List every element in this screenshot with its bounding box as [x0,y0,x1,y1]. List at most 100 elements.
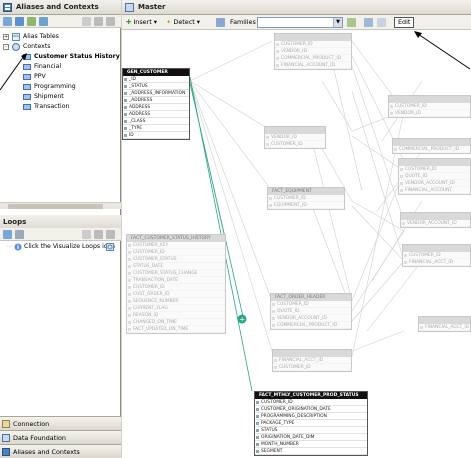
main-editor: Master ✚ Insert ▾ ✦ Detect ▾ Families ▼ … [122,0,471,458]
connection-icon [2,420,10,428]
insert-alias-icon[interactable] [3,17,12,26]
visualize-loops-icon [106,243,114,251]
expand-all-icon[interactable] [94,230,103,239]
table-column[interactable]: SEGMENT [255,448,367,455]
table-faded[interactable]: FACT_ORDER_HEADER CUSTOMER_ID QUOTE_ID VEN… [270,293,352,330]
families-label: Families [230,18,256,26]
table-column[interactable]: _ID [123,76,189,83]
table-column[interactable]: STATUS [255,427,367,434]
dropdown-arrow-icon: ▾ [153,18,158,26]
expand-icon[interactable]: + [3,34,9,40]
check-icon[interactable] [39,17,48,26]
table-column[interactable]: _STATUS [123,83,189,90]
left-panel: Aliases and Contexts + Alias Tables - Co… [0,0,125,458]
table-column[interactable]: PROGRAMMING_DESCRIPTION [255,413,367,420]
refresh-icon[interactable] [82,230,91,239]
table-column[interactable]: _ADDRESS_INFORMATION [123,90,189,97]
visualize-loops-icon[interactable] [3,230,12,239]
apply-family-icon[interactable] [347,18,356,27]
loops-toolbar [0,228,121,241]
detect-loops-icon[interactable] [15,230,24,239]
aliases-contexts-icon [3,3,12,12]
table-column[interactable]: ORIGINATION_DATE_DIM [255,434,367,441]
tree-item-label: Customer Status History [ [34,53,125,60]
tree-item-contexts[interactable]: - Contexts [0,42,121,52]
annotation-arrow [414,31,471,70]
chevron-down-icon: ▼ [333,18,342,27]
table-faded[interactable]: FACT_CUSTOMER_STATUS_HISTORY CUSTOMER_KE… [126,234,226,334]
table-column[interactable]: _TYPE [123,125,189,132]
tree-item-label: Contexts [23,43,51,50]
insert-icon: ✚ [126,18,132,26]
view-menu-icon[interactable] [106,230,115,239]
tree-horizontal-scrollbar[interactable] [0,202,121,209]
tree-item-label: Alias Tables [23,33,59,40]
table-fact-mthly-customer-prod-status[interactable]: FACT_MTHLY_CUSTOMER_PROD_STATUS CUSTOMER… [254,391,368,456]
edit-button[interactable]: Edit [394,17,415,28]
data-foundation-icon [2,434,10,442]
context-icon [23,94,31,100]
svg-text:+: + [239,316,245,324]
table-column[interactable]: ID [123,132,189,139]
aliases-contexts-icon [2,448,10,456]
table-column[interactable]: CUSTOMER_ID [255,399,367,406]
tree-item-shipment[interactable]: Shipment [0,92,121,102]
annotation-arrow [0,53,27,91]
data-foundation-icon [125,3,134,12]
table-column[interactable]: MONTH_NUMBER [255,441,367,448]
table-faded[interactable]: FINANCIAL_ACCT_ID [418,316,471,332]
table-column[interactable]: _ADDRESS [123,97,189,104]
tree-item-alias-tables[interactable]: + Alias Tables [0,32,121,42]
main-editor-title: Master [122,0,471,15]
expand-all-icon[interactable] [94,17,103,26]
table-faded[interactable]: FINANCIAL_ACCT_ID CUSTOMER_ID [272,349,352,372]
table-column[interactable]: _CLASS [123,118,189,125]
table-faded[interactable]: VENDOR_ID CUSTOMER_ID [264,126,326,149]
aliases-toolbar [0,15,121,28]
table-column[interactable]: PACKAGE_TYPE [255,420,367,427]
zoom-icon[interactable] [364,18,373,27]
fit-icon[interactable] [377,18,386,27]
detect-contexts-icon[interactable] [27,17,36,26]
tree-item-label: PPV [34,73,46,80]
loops-message-text: Click the Visualize Loops icon [24,243,115,250]
info-icon [14,243,22,251]
table-column[interactable]: ADDRESS [123,111,189,118]
view-menu-icon[interactable] [106,17,115,26]
table-header: FACT_MTHLY_CUSTOMER_PROD_STATUS [255,392,367,399]
tab-connection[interactable]: Connection [0,416,121,430]
table-faded[interactable]: VENDOR_ACCOUNT_ID [400,212,471,228]
families-combo[interactable]: ▼ [257,17,343,28]
insert-menu[interactable]: ✚ Insert ▾ [126,17,157,28]
table-faded[interactable]: CUSTOMER_ID VENDOR_ID COMMERCIAL_PRODUCT_I… [274,33,352,70]
table-column[interactable]: CUSTOMER_ORIGINATION_DATE [255,406,367,413]
dropdown-arrow-icon: ▾ [196,18,200,26]
main-toolbar: ✚ Insert ▾ ✦ Detect ▾ Families ▼ Edit [122,15,471,30]
table-faded[interactable]: CUSTOMER_ID VENDOR_ID [388,95,471,118]
context-icon [23,104,31,110]
detect-aliases-icon[interactable] [15,17,24,26]
table-header: GEN_CUSTOMER [123,69,189,76]
data-foundation-canvas[interactable]: + CUSTOMER_ID VENDOR_ID COMMERCIAL_PRODUCT… [122,31,471,458]
table-faded[interactable]: CUSTOMER_ID QUOTE_ID VENDOR_ACCOUNT_ID FINA… [398,158,471,195]
collapse-icon[interactable]: - [3,44,9,50]
refresh-icon[interactable] [82,17,91,26]
table-column[interactable]: ADDRESS [123,104,189,111]
detect-icon: ✦ [166,18,172,26]
tab-aliases-contexts[interactable]: Aliases and Contexts [0,444,121,458]
layout-icon[interactable] [216,18,225,27]
table-faded[interactable]: FACT_EQUIPMENT CUSTOMER_ID EQUIPMENT_ID [267,187,345,210]
tree-item-label: Programming [34,83,76,90]
table-faded[interactable]: CUSTOMER_ID FINANCIAL_ACCT_ID [402,244,471,267]
scrollbar-thumb[interactable] [8,204,103,209]
tree-item-transaction[interactable]: Transaction [0,102,121,112]
tree-item-label: Shipment [34,93,64,100]
tab-data-foundation[interactable]: Data Foundation [0,430,121,444]
table-faded[interactable]: COMMERCIAL_PRODUCT_ID [392,138,471,154]
loops-message: ⋯ Click the Visualize Loops icon [0,242,121,252]
detect-menu[interactable]: ✦ Detect ▾ [166,17,200,28]
table-gen-customer[interactable]: GEN_CUSTOMER _ID _STATUS _ADDRESS_INFORM… [122,68,190,140]
contexts-icon [12,43,20,51]
tree-line-icon: ⋯ [6,243,13,250]
aliases-contexts-panel-title: Aliases and Contexts [0,0,121,15]
